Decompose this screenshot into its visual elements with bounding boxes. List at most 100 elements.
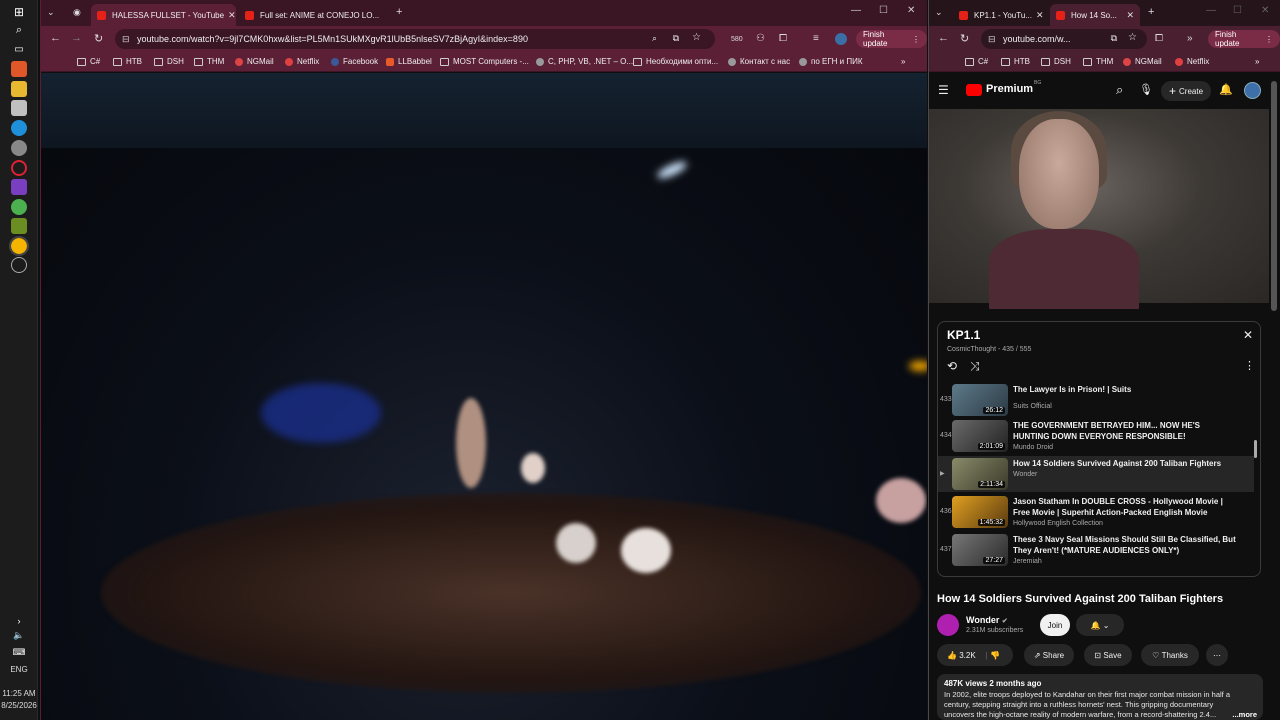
onenote-icon[interactable] [11,179,27,195]
bookmarks-overflow[interactable]: » [901,57,905,66]
close-window-icon[interactable]: ✕ [1261,5,1269,16]
playlist-item-title[interactable]: These 3 Navy Seal Missions Should Still … [1013,534,1238,556]
playlist-scrollbar[interactable] [1254,440,1257,458]
minimize-icon[interactable]: — [851,5,861,16]
channel-avatar[interactable] [937,614,959,636]
forward-icon[interactable]: → [71,32,82,44]
chrome-icon[interactable] [11,199,27,215]
notifications-button[interactable]: 🔔 ⌄ [1076,614,1124,636]
media-control-icon[interactable]: ≡ [813,33,819,44]
close-tab-icon[interactable]: ✕ [1032,10,1044,21]
edge-icon[interactable] [11,120,27,136]
puzzle-extensions-icon[interactable]: ⧠ [779,33,787,44]
zoom-icon[interactable]: ⌕ [652,33,657,44]
thanks-button[interactable]: ♡ Thanks [1141,644,1199,666]
like-button[interactable]: 👍 3.2K | 👎 [937,644,1013,666]
task-view-icon[interactable]: ▭ [11,41,27,57]
playlist-item-thumbnail[interactable]: 2:01:09 [952,420,1008,452]
bookmark-thm[interactable]: THM [1083,57,1113,66]
bookmark-netflix[interactable]: Netflix [1175,57,1209,66]
clock-date[interactable]: 8/25/2026 [0,701,38,710]
playlist-item[interactable]: 436 1:45:32 Jason Statham In DOUBLE CROS… [938,494,1254,530]
playlist-item-thumbnail[interactable]: 1:45:32 [952,496,1008,528]
maximize-icon[interactable]: ☐ [879,5,888,16]
close-tab-icon[interactable]: ✕ [224,10,236,21]
create-button[interactable]: + Create [1161,81,1211,101]
search-icon[interactable]: ⌕ [11,22,27,38]
playlist-item-thumbnail[interactable]: 26:12 [952,384,1008,416]
bookmark-neobhodimi[interactable]: Необходими опти... [633,57,718,66]
video-player[interactable] [41,73,927,720]
address-bar[interactable]: ⊟ youtube.com/w... ⧉ ☆ [981,29,1147,49]
account-avatar[interactable] [1244,82,1261,99]
playlist-item[interactable]: 437 27:27 These 3 Navy Seal Missions Sho… [938,532,1254,568]
profile-avatar[interactable] [835,33,847,45]
install-icon[interactable]: ⧉ [1111,33,1117,44]
back-icon[interactable]: ← [50,32,61,44]
finish-update-button[interactable]: Finish update ⋮ [856,30,927,48]
reload-icon[interactable]: ↻ [94,32,103,45]
youtube-premium-logo[interactable]: Premium [986,83,1033,95]
playlist-title[interactable]: KP1.1 [947,328,980,342]
description-box[interactable]: 487K views 2 months ago In 2002, elite t… [937,674,1263,720]
bookmark-llbabbel[interactable]: LLBabbel [386,57,432,66]
clock-app-icon[interactable] [11,257,27,273]
extension-icon[interactable]: ⚇ [756,33,765,44]
playlist-more-icon[interactable]: ⋮ [1244,359,1255,372]
bookmark-kontakt[interactable]: Контакт с нас [728,57,790,66]
reload-icon[interactable]: ↻ [960,32,969,45]
bookmark-ngmail[interactable]: NGMail [235,57,274,66]
bookmark-dsh[interactable]: DSH [154,57,184,66]
more-actions-icon[interactable]: ⋯ [1206,644,1228,666]
playlist-item-title[interactable]: How 14 Soldiers Survived Against 200 Tal… [1013,458,1238,469]
bookmark-htb[interactable]: HTB [113,57,142,66]
playlist-item-title[interactable]: The Lawyer Is in Prison! | Suits [1013,384,1238,395]
playlist-item-thumbnail[interactable]: 27:27 [952,534,1008,566]
new-tab-icon[interactable]: + [1148,6,1154,18]
firefox-icon[interactable] [11,61,27,77]
clock-time[interactable]: 11:25 AM [0,689,38,698]
bookmark-star-icon[interactable]: ☆ [692,32,701,43]
windows-start-icon[interactable]: ⊞ [11,4,27,20]
install-icon[interactable]: ⧉ [673,33,679,44]
bookmark-c-php[interactable]: C, PHP, VB, .NET – O... [536,57,633,66]
close-window-icon[interactable]: ✕ [907,5,915,16]
puzzle-extensions-icon[interactable]: ⧠ [1155,33,1163,44]
bookmark-thm[interactable]: THM [194,57,224,66]
notifications-bell-icon[interactable]: 🔔 [1219,83,1233,96]
loop-icon[interactable]: ⟲ [947,359,957,373]
bookmark-ngmail[interactable]: NGMail [1123,57,1162,66]
tab-halessa[interactable]: HALESSA FULLSET - YouTube ✕ [91,4,236,26]
search-icon[interactable]: ⌕ [1116,82,1123,98]
channel-name[interactable]: Wonder ✔ [966,615,1008,625]
tab-group-icon[interactable]: ◉ [73,7,81,18]
site-info-icon[interactable]: ⊟ [988,34,996,45]
app-icon-2[interactable] [11,140,27,156]
embedded-video-player[interactable] [929,109,1269,309]
bookmark-htb[interactable]: HTB [1001,57,1030,66]
close-tab-icon[interactable]: ✕ [379,10,384,21]
microphone-icon[interactable]: 🎙 [1139,83,1153,96]
bookmark-most-computers[interactable]: MOST Computers -... [440,57,529,66]
back-icon[interactable]: ← [938,32,949,44]
shuffle-icon[interactable]: ⤨ [970,359,980,374]
bookmark-csharp[interactable]: C# [965,57,988,66]
overflow-chevron-icon[interactable]: » [1187,33,1193,44]
site-info-icon[interactable]: ⊟ [122,34,130,45]
app-icon[interactable] [11,100,27,116]
minimize-icon[interactable]: — [1206,5,1216,16]
bookmark-dsh[interactable]: DSH [1041,57,1071,66]
show-more-link[interactable]: ...more [1230,710,1257,719]
playlist-item-title[interactable]: THE GOVERNMENT BETRAYED HIM... NOW HE'S … [1013,420,1238,442]
bookmark-netflix[interactable]: Netflix [285,57,319,66]
close-tab-icon[interactable]: ✕ [1122,10,1134,21]
bookmark-facebook[interactable]: Facebook [331,57,378,66]
playlist-item-title[interactable]: Jason Statham In DOUBLE CROSS - Hollywoo… [1013,496,1238,518]
bookmark-egn[interactable]: по ЕГН и ПИК [799,57,863,66]
keyboard-icon[interactable]: ⌨ [11,644,27,660]
opera-icon[interactable] [11,160,27,176]
bookmarks-overflow[interactable]: » [1255,57,1259,66]
file-explorer-icon[interactable] [11,81,27,97]
new-tab-icon[interactable]: + [396,6,402,18]
tab-how-14-soldiers[interactable]: How 14 So... ✕ [1050,4,1140,26]
